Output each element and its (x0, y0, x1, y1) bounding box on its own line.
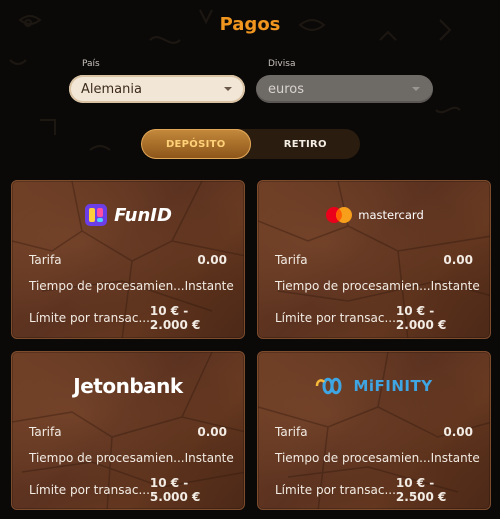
fee-row: Tarifa 0.00 (275, 253, 473, 267)
chevron-down-icon (412, 87, 420, 91)
processing-time-label: Tiempo de procesamien... (275, 451, 431, 465)
payment-method-card-funid[interactable]: FunID Tarifa 0.00 Tiempo de procesamien.… (11, 180, 245, 339)
fee-label: Tarifa (29, 253, 62, 267)
limit-label: Límite por transac... (29, 483, 150, 497)
fee-label: Tarifa (275, 253, 308, 267)
mastercard-logo: mastercard (258, 199, 490, 231)
fee-value: 0.00 (443, 253, 473, 267)
limit-label: Límite por transac... (275, 311, 396, 325)
country-label: País (82, 59, 100, 69)
limit-row: Límite por transac... 10 € - 2.500 € (275, 476, 473, 504)
processing-time-row: Tiempo de procesamien... Instante (275, 451, 480, 465)
fee-value: 0.00 (443, 425, 473, 439)
limit-label: Límite por transac... (275, 483, 396, 497)
fee-label: Tarifa (275, 425, 308, 439)
mifinity-infinity-icon (316, 377, 342, 395)
tab-deposit[interactable]: DEPÓSITO (141, 129, 251, 159)
limit-value: 10 € - 2.000 € (149, 304, 201, 332)
chevron-down-icon (224, 87, 232, 91)
currency-label: Divisa (268, 59, 296, 69)
processing-time-row: Tiempo de procesamien... Instante (29, 451, 234, 465)
currency-select[interactable]: euros (256, 75, 433, 103)
country-select[interactable]: Alemania (69, 75, 245, 103)
mifinity-logo: MiFINITY (258, 370, 490, 402)
jetonbank-logo: Jetonbank (12, 370, 244, 402)
processing-time-value: Instante (184, 279, 234, 293)
fee-row: Tarifa 0.00 (29, 425, 227, 439)
processing-time-label: Tiempo de procesamien... (29, 279, 185, 293)
fee-row: Tarifa 0.00 (275, 425, 473, 439)
processing-time-row: Tiempo de procesamien... Instante (29, 279, 234, 293)
payment-method-card-jetonbank[interactable]: Jetonbank Tarifa 0.00 Tiempo de procesam… (11, 351, 245, 510)
funid-logo-icon (85, 204, 108, 226)
processing-time-row: Tiempo de procesamien... Instante (275, 279, 480, 293)
mastercard-logo-text: mastercard (358, 208, 424, 222)
country-value: Alemania (81, 81, 142, 97)
processing-time-value: Instante (184, 451, 234, 465)
fee-value: 0.00 (197, 425, 227, 439)
fee-row: Tarifa 0.00 (29, 253, 227, 267)
fee-value: 0.00 (197, 253, 227, 267)
mifinity-logo-text: MiFINITY (353, 377, 433, 395)
jetonbank-logo-text: Jetonbank (73, 374, 183, 398)
limit-label: Límite por transac... (29, 311, 150, 325)
page-title: Pagos (219, 14, 281, 35)
limit-row: Límite por transac... 10 € - 2.000 € (29, 304, 227, 332)
processing-time-label: Tiempo de procesamien... (29, 451, 185, 465)
payment-method-card-mifinity[interactable]: MiFINITY Tarifa 0.00 Tiempo de procesami… (257, 351, 491, 510)
tab-withdraw[interactable]: RETIRO (251, 129, 361, 159)
funid-logo-text: FunID (114, 204, 172, 226)
limit-value: 10 € - 2.000 € (395, 304, 447, 332)
payment-tabs: DEPÓSITO RETIRO (141, 129, 360, 159)
limit-value: 10 € - 2.500 € (395, 476, 447, 504)
limit-value: 10 € - 5.000 € (149, 476, 201, 504)
limit-row: Límite por transac... 10 € - 5.000 € (29, 476, 227, 504)
mastercard-circles-icon (326, 207, 353, 223)
fee-label: Tarifa (29, 425, 62, 439)
funid-logo: FunID (12, 199, 244, 231)
payment-method-card-mastercard[interactable]: mastercard Tarifa 0.00 Tiempo de procesa… (257, 180, 491, 339)
processing-time-value: Instante (430, 451, 480, 465)
processing-time-label: Tiempo de procesamien... (275, 279, 431, 293)
limit-row: Límite por transac... 10 € - 2.000 € (275, 304, 473, 332)
processing-time-value: Instante (430, 279, 480, 293)
currency-value: euros (268, 81, 305, 97)
